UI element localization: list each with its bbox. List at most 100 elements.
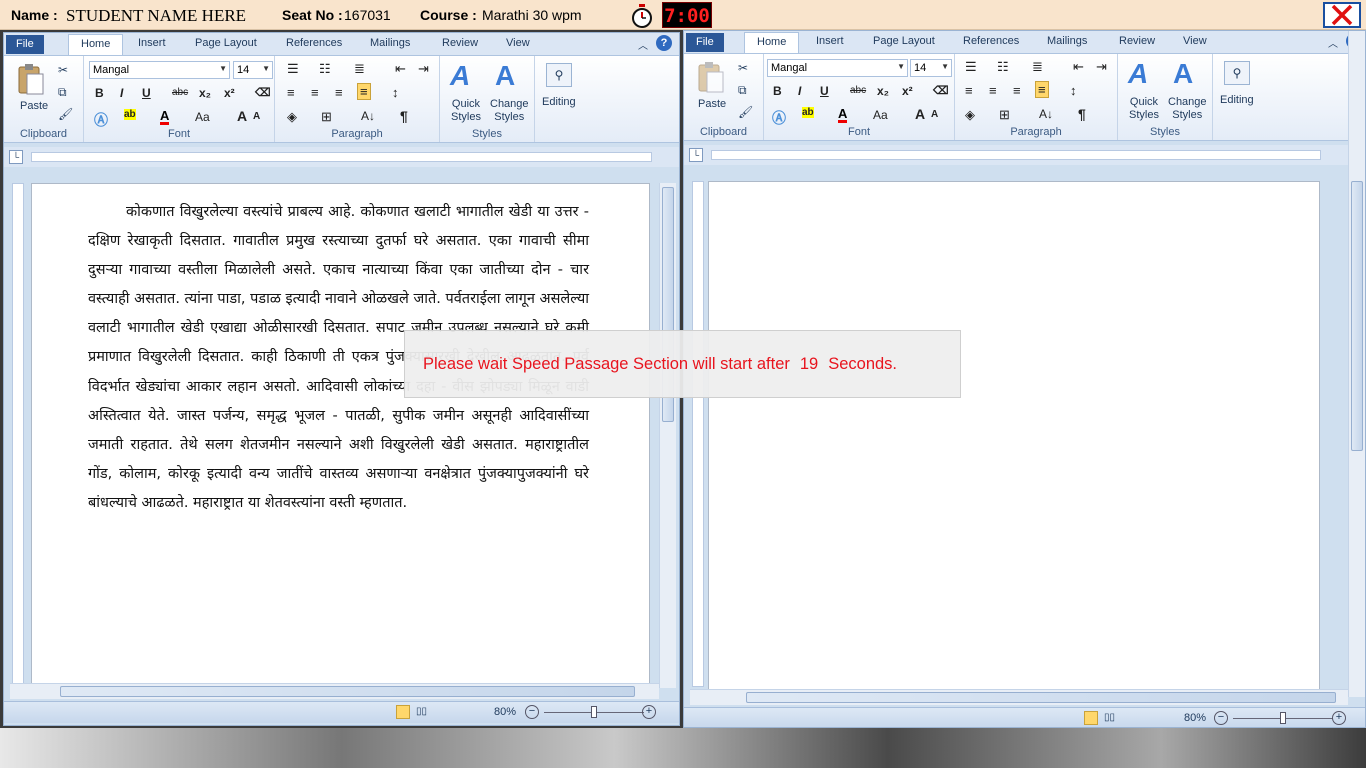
bold-button[interactable]: B: [773, 84, 782, 98]
change-styles-icon[interactable]: A: [495, 60, 515, 92]
bullets-icon[interactable]: ☰: [287, 61, 299, 77]
font-color-icon[interactable]: A: [160, 109, 170, 125]
clear-formatting-icon[interactable]: ⌫: [255, 86, 271, 99]
change-styles-button[interactable]: Change Styles: [1168, 96, 1207, 122]
align-left-icon[interactable]: ≡: [965, 83, 973, 98]
change-styles-icon[interactable]: A: [1173, 58, 1193, 90]
quick-styles-icon[interactable]: A: [450, 60, 470, 92]
minimize-ribbon-icon[interactable]: ︿: [1328, 35, 1338, 50]
close-button[interactable]: [1323, 2, 1361, 28]
font-size-combo[interactable]: 14 ▼: [910, 59, 952, 77]
vertical-scrollbar[interactable]: [1348, 31, 1365, 697]
tab-review[interactable]: Review: [442, 37, 478, 49]
italic-button[interactable]: I: [798, 84, 801, 98]
tab-view[interactable]: View: [1183, 35, 1207, 47]
shrink-font-button[interactable]: A: [931, 109, 938, 120]
strikethrough-button[interactable]: abc: [172, 87, 188, 98]
decrease-indent-icon[interactable]: ⇤: [395, 61, 406, 77]
paste-icon[interactable]: [696, 60, 726, 98]
paste-icon[interactable]: [16, 62, 46, 100]
tab-home[interactable]: Home: [744, 32, 800, 54]
tab-home[interactable]: Home: [68, 34, 124, 56]
clear-formatting-icon[interactable]: ⌫: [933, 84, 949, 97]
tab-selector-icon[interactable]: └: [9, 150, 23, 164]
align-center-icon[interactable]: ≡: [989, 83, 997, 98]
font-name-combo[interactable]: Mangal ▼: [767, 59, 908, 77]
paste-label[interactable]: Paste: [20, 100, 48, 112]
subscript-button[interactable]: x₂: [199, 86, 211, 100]
numbering-icon[interactable]: ☷: [319, 61, 331, 77]
tab-mailings[interactable]: Mailings: [370, 37, 410, 49]
quick-styles-button[interactable]: Quick Styles: [451, 98, 481, 124]
align-right-icon[interactable]: ≡: [1013, 83, 1021, 98]
borders-icon[interactable]: ⊞: [321, 109, 332, 125]
ruler-bar[interactable]: [711, 150, 1321, 160]
tab-mailings[interactable]: Mailings: [1047, 35, 1087, 47]
sort-icon[interactable]: A↓: [361, 109, 375, 123]
vertical-scrollbar[interactable]: [659, 183, 676, 688]
copy-icon[interactable]: ⧉: [58, 85, 67, 100]
format-painter-icon[interactable]: 🖌: [738, 105, 753, 119]
binoculars-icon[interactable]: ⚲: [1224, 61, 1250, 85]
print-layout-icon[interactable]: [396, 705, 410, 719]
zoom-in-icon[interactable]: +: [642, 705, 656, 719]
cut-icon[interactable]: ✂: [58, 63, 68, 77]
help-icon[interactable]: ?: [656, 35, 672, 51]
copy-icon[interactable]: ⧉: [738, 83, 747, 98]
grow-font-button[interactable]: A: [237, 108, 247, 124]
editing-button[interactable]: Editing: [542, 96, 576, 108]
reading-layout-icon[interactable]: ▯▯: [1104, 712, 1115, 723]
text-effects-icon[interactable]: Ⓐ: [94, 110, 108, 130]
borders-icon[interactable]: ⊞: [999, 107, 1010, 123]
bullets-icon[interactable]: ☰: [965, 59, 977, 75]
zoom-out-icon[interactable]: −: [525, 705, 539, 719]
numbering-icon[interactable]: ☷: [997, 59, 1009, 75]
tab-insert[interactable]: Insert: [138, 37, 166, 49]
align-center-icon[interactable]: ≡: [311, 85, 319, 100]
underline-button[interactable]: U: [820, 84, 829, 98]
tab-page-layout[interactable]: Page Layout: [873, 35, 935, 47]
line-spacing-icon[interactable]: ↕: [392, 85, 399, 100]
zoom-out-icon[interactable]: −: [1214, 711, 1228, 725]
multilevel-list-icon[interactable]: ≣: [1032, 59, 1043, 75]
show-hide-marks-button[interactable]: ¶: [400, 108, 408, 124]
tab-selector-icon[interactable]: └: [689, 148, 703, 162]
line-spacing-icon[interactable]: ↕: [1070, 83, 1077, 98]
tab-page-layout[interactable]: Page Layout: [195, 37, 257, 49]
text-effects-icon[interactable]: Ⓐ: [772, 108, 786, 128]
tab-file[interactable]: File: [6, 35, 44, 54]
tab-view[interactable]: View: [506, 37, 530, 49]
zoom-slider-thumb[interactable]: [591, 706, 597, 718]
paste-label[interactable]: Paste: [698, 98, 726, 110]
font-size-combo[interactable]: 14 ▼: [233, 61, 273, 79]
decrease-indent-icon[interactable]: ⇤: [1073, 59, 1084, 75]
highlight-icon[interactable]: ab: [802, 107, 814, 118]
underline-button[interactable]: U: [142, 86, 151, 100]
print-layout-icon[interactable]: [1084, 711, 1098, 725]
shrink-font-button[interactable]: A: [253, 111, 260, 122]
multilevel-list-icon[interactable]: ≣: [354, 61, 365, 77]
tab-insert[interactable]: Insert: [816, 35, 844, 47]
typing-page[interactable]: [708, 181, 1320, 691]
increase-indent-icon[interactable]: ⇥: [418, 61, 429, 77]
strikethrough-button[interactable]: abc: [850, 85, 866, 96]
increase-indent-icon[interactable]: ⇥: [1096, 59, 1107, 75]
change-case-button[interactable]: Aa: [195, 110, 210, 124]
sort-icon[interactable]: A↓: [1039, 107, 1053, 121]
superscript-button[interactable]: x²: [224, 86, 235, 100]
reading-layout-icon[interactable]: ▯▯: [416, 706, 427, 717]
highlight-icon[interactable]: ab: [124, 109, 136, 120]
quick-styles-icon[interactable]: A: [1128, 58, 1148, 90]
editing-button[interactable]: Editing: [1220, 94, 1254, 106]
change-case-button[interactable]: Aa: [873, 108, 888, 122]
quick-styles-button[interactable]: Quick Styles: [1129, 96, 1159, 122]
align-right-icon[interactable]: ≡: [335, 85, 343, 100]
shading-icon[interactable]: ◈: [287, 109, 297, 125]
horizontal-scrollbar[interactable]: [10, 683, 659, 699]
scroll-thumb[interactable]: [746, 692, 1336, 703]
tab-review[interactable]: Review: [1119, 35, 1155, 47]
superscript-button[interactable]: x²: [902, 84, 913, 98]
cut-icon[interactable]: ✂: [738, 61, 748, 75]
scroll-thumb[interactable]: [1351, 181, 1363, 451]
horizontal-scrollbar[interactable]: [690, 689, 1348, 705]
